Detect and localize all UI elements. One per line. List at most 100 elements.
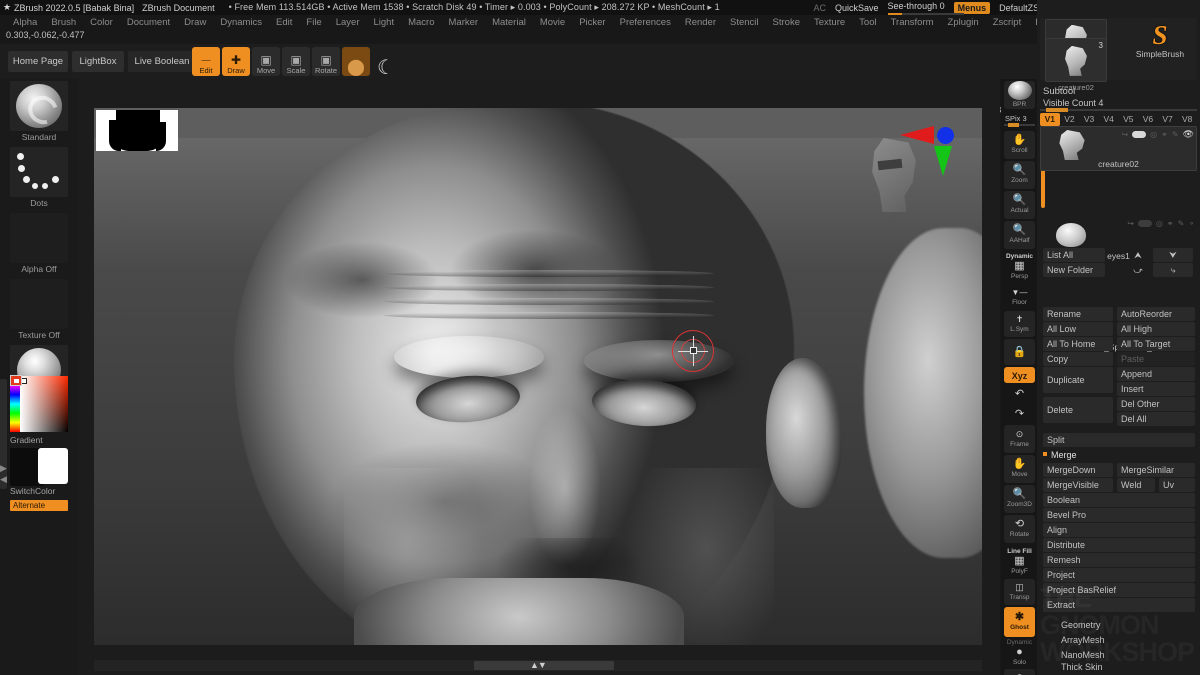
home-page-button[interactable]: Home Page	[8, 51, 68, 72]
merge-visible-button[interactable]: MergeVisible	[1043, 478, 1113, 492]
color-picker[interactable]	[10, 376, 68, 432]
scale-mode-button[interactable]: ▣ Scale	[282, 47, 310, 76]
menu-item-picker[interactable]: Picker	[572, 17, 612, 28]
brush-thumbnail[interactable]	[10, 81, 68, 131]
version-v6[interactable]: V6	[1138, 113, 1158, 126]
xyz-button[interactable]: Xyz	[1004, 367, 1035, 383]
quicksave-button[interactable]: QuickSave	[835, 3, 879, 13]
menu-item-document[interactable]: Document	[120, 17, 177, 28]
uv-button[interactable]: Uv	[1159, 478, 1195, 492]
texture-thumbnail[interactable]	[10, 279, 68, 329]
spix-slider[interactable]: SPix 3	[1004, 111, 1035, 126]
menu-item-movie[interactable]: Movie	[533, 17, 572, 28]
version-v4[interactable]: V4	[1099, 113, 1119, 126]
spix-knob[interactable]	[1008, 123, 1019, 127]
menu-item-file[interactable]: File	[299, 17, 328, 28]
boolean-button[interactable]: Boolean	[1043, 493, 1195, 507]
delete-button[interactable]: Delete	[1043, 397, 1113, 423]
lock-button[interactable]: 🔒	[1004, 339, 1035, 365]
visible-count-slider[interactable]: Visible Count 4	[1040, 97, 1197, 111]
poly-count-icon[interactable]: ◎	[1150, 130, 1157, 139]
duplicate-button[interactable]: Duplicate	[1043, 367, 1113, 393]
secondary-color-swatch[interactable]	[38, 448, 68, 484]
floor-button[interactable]: ▼— Floor	[1004, 285, 1035, 309]
transparency-button[interactable]: ◫ Transp	[1004, 579, 1035, 605]
move-up-button[interactable]: ⮝	[1127, 248, 1149, 262]
polyframe-button[interactable]: Line Fill ▦ PolyF	[1004, 545, 1035, 577]
move-down-button[interactable]: ⮟	[1153, 248, 1193, 262]
ghost-button[interactable]: ✱ Ghost	[1004, 607, 1035, 637]
version-v1[interactable]: V1	[1040, 113, 1060, 126]
version-v2[interactable]: V2	[1060, 113, 1080, 126]
color-mode-icon[interactable]	[10, 375, 22, 386]
paint-icon[interactable]: ✎	[1172, 130, 1179, 139]
perspective-button[interactable]: Dynamic ▦ Persp	[1004, 252, 1035, 280]
move-out-button[interactable]: ⤻	[1127, 263, 1149, 277]
left-palette-expand-arrow-icon[interactable]: ▶◀	[0, 463, 7, 485]
smart-resym-icon[interactable]: ↪	[1121, 130, 1128, 139]
draw-mode-button[interactable]: ✚ Draw	[222, 47, 250, 76]
menu-item-zscript[interactable]: Zscript	[986, 17, 1029, 28]
viewport-canvas[interactable]	[94, 108, 982, 645]
menu-item-material[interactable]: Material	[485, 17, 533, 28]
rotate-mode-button[interactable]: ▣ Rotate	[312, 47, 340, 76]
switchcolor-button[interactable]: SwitchColor	[10, 486, 68, 496]
version-v8[interactable]: V8	[1177, 113, 1197, 126]
merge-section-header[interactable]: Merge	[1043, 448, 1195, 462]
bevel-pro-button[interactable]: Bevel Pro	[1043, 508, 1195, 522]
visibility-pill-icon-2[interactable]	[1138, 220, 1152, 227]
move-mode-button[interactable]: ▣ Move	[252, 47, 280, 76]
saturation-value-field[interactable]	[20, 376, 68, 432]
align-button[interactable]: Align	[1043, 523, 1195, 537]
project-button[interactable]: Project	[1043, 568, 1195, 582]
append-button[interactable]: Append	[1117, 367, 1195, 381]
y-axis-arrow-icon[interactable]	[934, 146, 952, 176]
move-3d-button[interactable]: ✋ Move	[1004, 455, 1035, 483]
canvas-horizontal-scrollbar[interactable]: ▲▼	[94, 660, 982, 671]
menu-item-alpha[interactable]: Alpha	[6, 17, 44, 28]
alpha-selector[interactable]: Alpha Off	[10, 213, 68, 274]
undo-button[interactable]: ↶	[1004, 385, 1035, 403]
eye-hidden-icon[interactable]: ⚬	[1188, 219, 1195, 228]
xpose-button[interactable]: ⊙ Xpose	[1004, 669, 1035, 675]
material-preview-button[interactable]: ☾	[372, 47, 400, 76]
weld-button[interactable]: Weld	[1117, 478, 1155, 492]
new-folder-button[interactable]: New Folder	[1043, 263, 1105, 277]
material-shelf-button[interactable]: ⬤	[342, 47, 370, 76]
canvas-scroll-arrows-icon[interactable]: ▲▼	[530, 660, 546, 670]
merge-similar-button[interactable]: MergeSimilar	[1117, 463, 1195, 477]
menu-item-marker[interactable]: Marker	[442, 17, 486, 28]
menu-item-light[interactable]: Light	[366, 17, 401, 28]
all-low-button[interactable]: All Low	[1043, 322, 1113, 336]
menu-item-color[interactable]: Color	[83, 17, 120, 28]
scroll-button[interactable]: ✋ Scroll	[1004, 131, 1035, 159]
insert-button[interactable]: Insert	[1117, 382, 1195, 396]
all-high-button[interactable]: All High	[1117, 322, 1195, 336]
see-through-slider[interactable]: See-through 0	[888, 1, 945, 15]
version-v7[interactable]: V7	[1158, 113, 1178, 126]
version-v5[interactable]: V5	[1119, 113, 1139, 126]
zoom-3d-button[interactable]: 🔍 Zoom3D	[1004, 485, 1035, 513]
live-boolean-button[interactable]: Live Boolean	[128, 51, 196, 72]
redo-button[interactable]: ↷	[1004, 405, 1035, 423]
alpha-thumbnail[interactable]	[10, 213, 68, 263]
autoreorder-button[interactable]: AutoReorder	[1117, 307, 1195, 321]
x-axis-arrow-icon[interactable]	[900, 126, 934, 144]
eye-visible-icon[interactable]: 👁	[1183, 129, 1194, 140]
list-all-button[interactable]: List All	[1043, 248, 1105, 262]
all-to-target-button[interactable]: All To Target	[1117, 337, 1195, 351]
menu-item-draw[interactable]: Draw	[177, 17, 213, 28]
zoom-button[interactable]: 🔍 Zoom	[1004, 161, 1035, 189]
orientation-head-widget[interactable]	[868, 122, 954, 212]
distribute-button[interactable]: Distribute	[1043, 538, 1195, 552]
z-axis-dot-icon[interactable]	[937, 127, 954, 144]
menu-item-dynamics[interactable]: Dynamics	[213, 17, 269, 28]
split-button[interactable]: Split	[1043, 433, 1195, 447]
menu-item-layer[interactable]: Layer	[329, 17, 367, 28]
del-other-button[interactable]: Del Other	[1117, 397, 1195, 411]
subtool-row-creature02[interactable]: ↪ ◎ ⚭ ✎ 👁 creature02	[1040, 126, 1197, 171]
aahalf-button[interactable]: 🔍 AAHalf	[1004, 221, 1035, 249]
tool-slot-2[interactable]: 3 creature02	[1045, 38, 1107, 82]
menu-item-stroke[interactable]: Stroke	[766, 17, 807, 28]
menu-item-transform[interactable]: Transform	[884, 17, 941, 28]
